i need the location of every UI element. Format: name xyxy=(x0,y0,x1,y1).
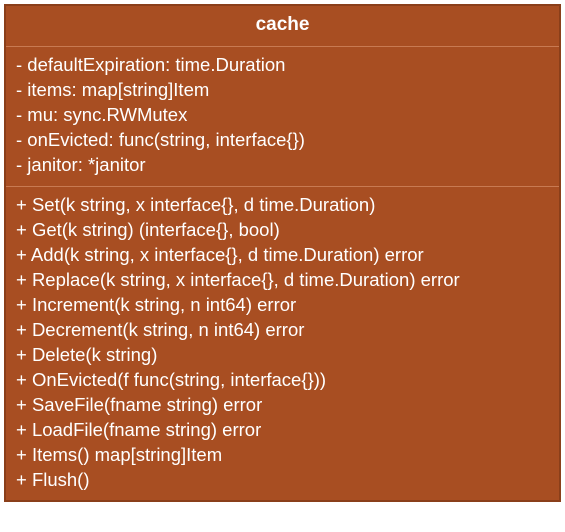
attribute-row: - janitor: *janitor xyxy=(16,153,549,178)
method-row: + Get(k string) (interface{}, bool) xyxy=(16,218,549,243)
attributes-section: - defaultExpiration: time.Duration - ite… xyxy=(6,47,559,187)
uml-class-box: cache - defaultExpiration: time.Duration… xyxy=(4,4,561,502)
method-row: + Flush() xyxy=(16,468,549,493)
method-row: + Increment(k string, n int64) error xyxy=(16,293,549,318)
method-row: + Set(k string, x interface{}, d time.Du… xyxy=(16,193,549,218)
attribute-row: - mu: sync.RWMutex xyxy=(16,103,549,128)
attribute-row: - items: map[string]Item xyxy=(16,78,549,103)
class-name: cache xyxy=(6,6,559,47)
method-row: + Add(k string, x interface{}, d time.Du… xyxy=(16,243,549,268)
method-row: + LoadFile(fname string) error xyxy=(16,418,549,443)
attribute-row: - onEvicted: func(string, interface{}) xyxy=(16,128,549,153)
method-row: + SaveFile(fname string) error xyxy=(16,393,549,418)
methods-section: + Set(k string, x interface{}, d time.Du… xyxy=(6,187,559,501)
attribute-row: - defaultExpiration: time.Duration xyxy=(16,53,549,78)
method-row: + Items() map[string]Item xyxy=(16,443,549,468)
method-row: + Delete(k string) xyxy=(16,343,549,368)
method-row: + Decrement(k string, n int64) error xyxy=(16,318,549,343)
method-row: + OnEvicted(f func(string, interface{})) xyxy=(16,368,549,393)
method-row: + Replace(k string, x interface{}, d tim… xyxy=(16,268,549,293)
